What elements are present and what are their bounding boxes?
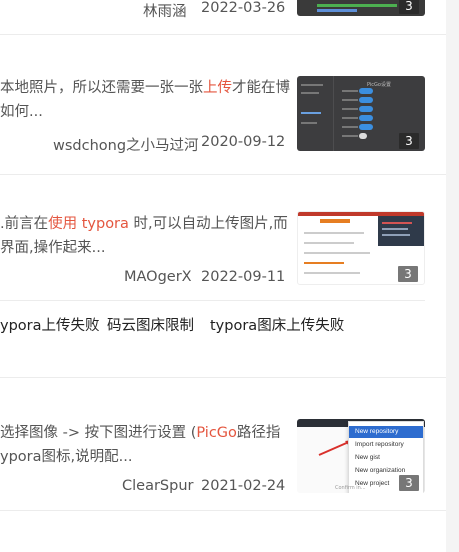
result-snippet[interactable]: .前言在使用 typora 时,可以自动上传图片,而 <box>0 213 288 236</box>
divider <box>0 377 446 378</box>
result-date: 2020-09-12 <box>201 134 286 150</box>
image-count-badge: 3 <box>399 475 419 491</box>
result-snippet[interactable]: 选择图像 -> 按下图进行设置 (PicGo路径指 <box>0 422 280 445</box>
scrollbar-track[interactable] <box>446 0 459 552</box>
divider <box>0 300 425 301</box>
related-tag[interactable]: ypora上传失败 <box>0 314 100 335</box>
keyword-highlight: 使用 typora <box>48 216 129 232</box>
menu-item[interactable]: New gist <box>349 452 423 464</box>
result-thumbnail[interactable]: PicGo设置 3 <box>297 76 425 151</box>
result-date: 2022-03-26 <box>201 0 286 16</box>
divider <box>0 510 446 511</box>
divider <box>0 174 446 175</box>
result-snippet-line2[interactable]: 界面,操作起来... <box>0 237 105 260</box>
keyword-highlight: 上传 <box>203 80 232 96</box>
related-tag[interactable]: 码云图床限制 <box>107 314 194 335</box>
result-date: 2022-09-11 <box>201 269 286 285</box>
divider <box>0 34 446 35</box>
result-author[interactable]: MAOgerX <box>124 269 192 285</box>
search-results-page: 林雨涵 2022-03-26 3 本地照片，所以还需要一张一张上传才能在博 如何… <box>0 0 446 552</box>
result-thumbnail[interactable]: 3 <box>297 0 425 16</box>
related-tag[interactable]: typora图床上传失败 <box>210 314 344 335</box>
result-date: 2021-02-24 <box>201 478 286 494</box>
result-author[interactable]: wsdchong之小马过河 <box>53 134 199 155</box>
result-snippet-line2[interactable]: 如何... <box>0 101 43 124</box>
image-count-badge: 3 <box>398 266 418 282</box>
image-count-badge: 3 <box>399 133 419 149</box>
thumb-title: PicGo设置 <box>367 82 391 88</box>
result-thumbnail[interactable]: New repository Import repository New gis… <box>297 419 425 493</box>
result-author[interactable]: 林雨涵 <box>143 0 187 21</box>
keyword-highlight: PicGo <box>196 425 237 441</box>
result-thumbnail[interactable]: 3 <box>297 211 425 285</box>
thumb-caption: Confirm in... <box>335 485 366 491</box>
menu-item[interactable]: Import repository <box>349 439 423 451</box>
image-count-badge: 3 <box>399 0 419 14</box>
result-author[interactable]: ClearSpur <box>122 478 193 494</box>
result-snippet[interactable]: 本地照片，所以还需要一张一张上传才能在博 <box>0 77 290 100</box>
result-snippet-line2[interactable]: ypora图标,说明配... <box>0 446 132 469</box>
menu-item[interactable]: New repository <box>349 426 423 438</box>
